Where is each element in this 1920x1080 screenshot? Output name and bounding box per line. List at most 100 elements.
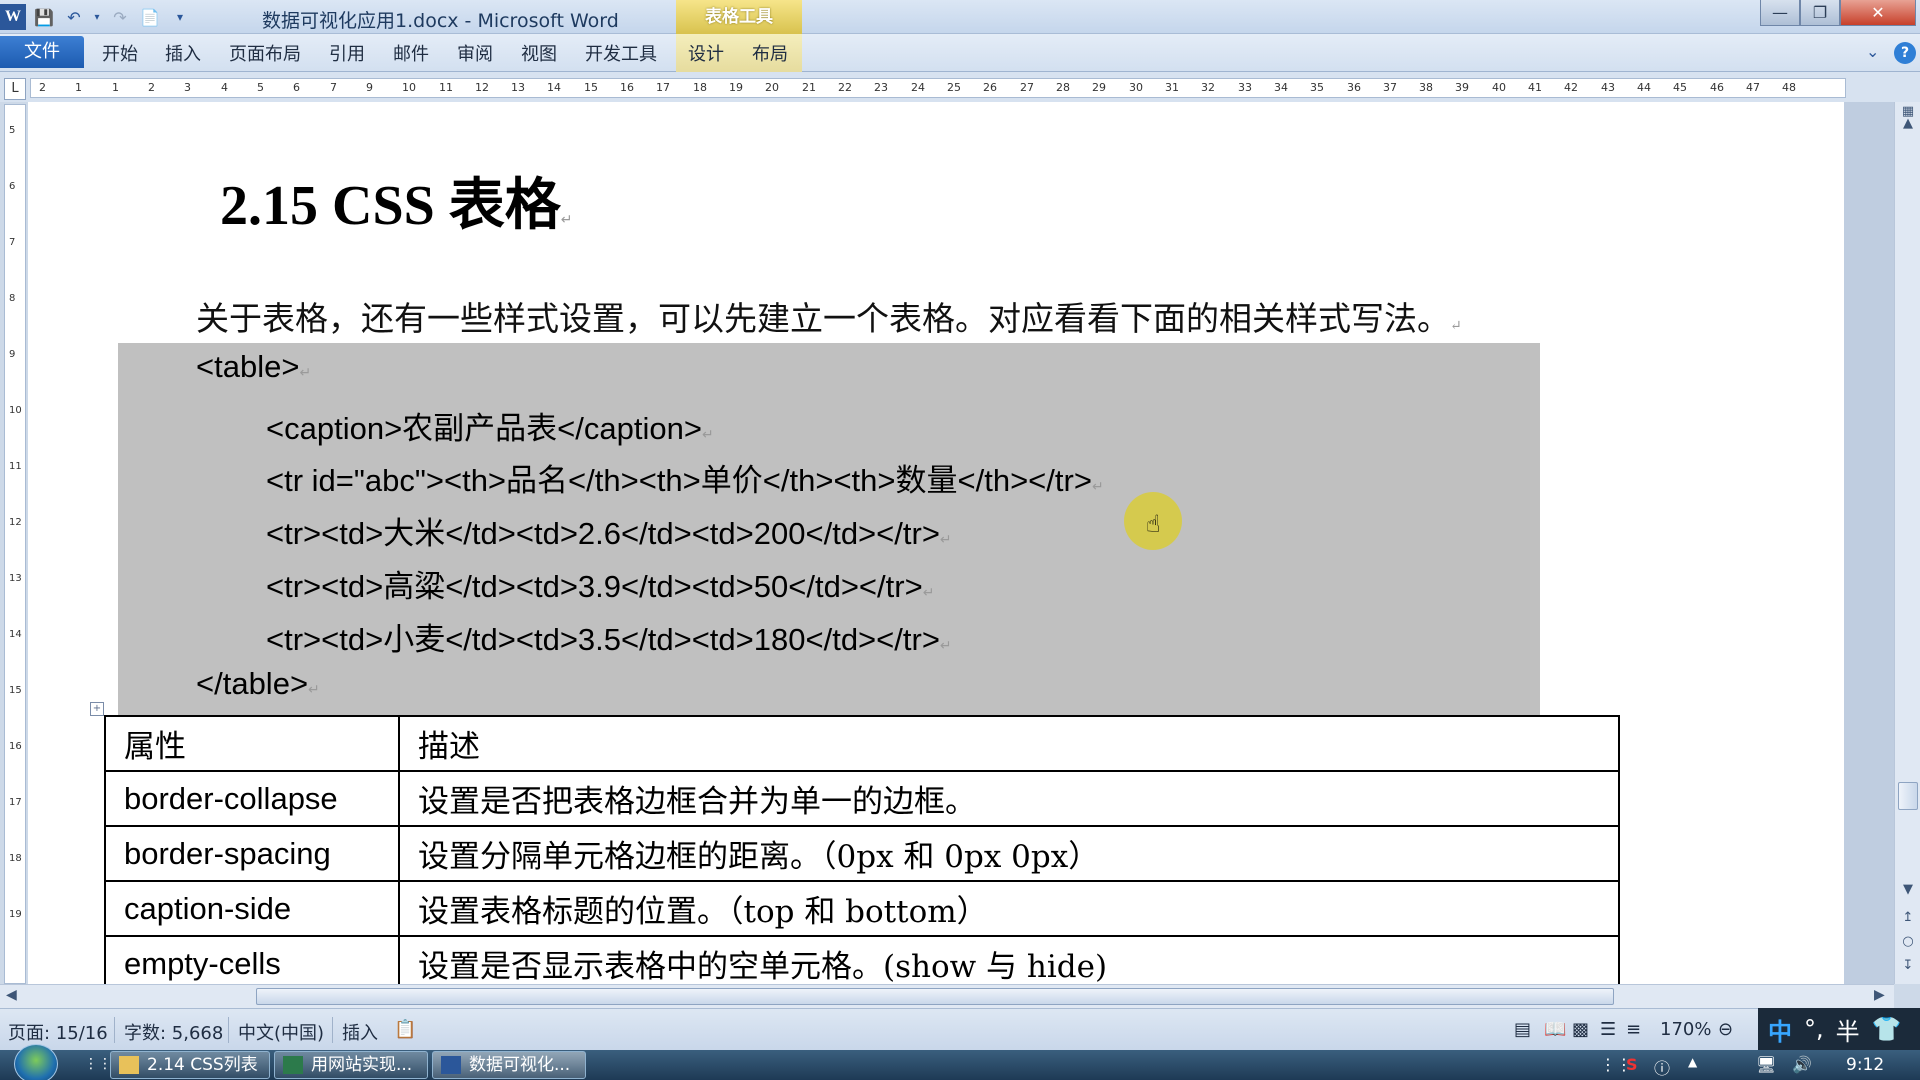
ruler-number: 11 [9,461,22,472]
undo-dropdown-icon[interactable]: ▾ [92,5,102,29]
language-indicator[interactable]: 中文(中国) [238,1019,324,1045]
table-cell-property[interactable]: empty-cells [104,935,400,984]
ruler-number: 36 [1347,81,1361,94]
ruler-number: 29 [1092,81,1106,94]
vertical-scroll-thumb[interactable] [1898,782,1918,810]
ruler-number: 33 [1238,81,1252,94]
document-page[interactable]: 2.15 CSS 表格↵ 关于表格，还有一些样式设置，可以先建立一个表格。对应看… [28,102,1844,984]
horizontal-ruler[interactable]: 2 1 1 2 3 4 5 6 7 9 10 11 12 13 14 15 16 17 18 19 20 21 22 23 24… [30,78,1846,98]
ruler-number: 25 [947,81,961,94]
table-cell-description[interactable]: 描述 [398,715,1620,772]
ime-width[interactable]: 半 [1836,1012,1860,1047]
zoom-out-icon[interactable]: ⊖ [1718,1019,1733,1040]
table-cell-property[interactable]: border-spacing [104,825,400,882]
code-line-text: <tr id="abc"><th>品名</th><th>单价</th><th>数… [266,463,1092,498]
clock[interactable]: 9:12 [1846,1055,1884,1075]
macro-record-icon[interactable]: 📋 [394,1019,416,1040]
outline-view-icon[interactable]: ☰ [1600,1019,1616,1040]
help-icon[interactable]: ? [1894,42,1916,64]
ruler-number: 18 [9,853,22,864]
horizontal-scroll-thumb[interactable] [256,988,1614,1005]
ime-skin-icon[interactable]: 👕 [1872,1015,1902,1043]
taskbar-item-word[interactable]: 数据可视化... [432,1051,586,1079]
status-bar: 页面: 15/16 字数: 5,668 中文(中国) 插入 📋 ▤ 📖 ▩ ☰ … [0,1008,1920,1050]
word-logo-icon[interactable]: W [0,4,26,30]
scroll-up-icon[interactable]: ▲ [1899,116,1917,131]
select-browse-object-icon[interactable]: ○ [1899,934,1917,949]
table-cell-description[interactable]: 设置表格标题的位置。（top 和 bottom） [398,880,1620,937]
ruler-number: 18 [693,81,707,94]
tab-view[interactable]: 视图 [521,40,557,66]
taskbar-item-app[interactable]: 用网站实现... [274,1051,428,1079]
ruler-number: 4 [221,81,228,94]
sogou-ime-icon[interactable]: S [1626,1055,1638,1074]
tab-mailings[interactable]: 邮件 [393,40,429,66]
tray-help-icon[interactable]: ⓘ [1654,1055,1670,1079]
tab-design[interactable]: 设计 [688,40,724,66]
minimize-button[interactable]: — [1760,0,1800,26]
code-line-text: </table> [196,666,309,701]
table-cell-property[interactable]: border-collapse [104,770,400,827]
ruler-number: 48 [1782,81,1796,94]
web-layout-view-icon[interactable]: ▩ [1572,1019,1589,1040]
ruler-number: 22 [838,81,852,94]
volume-icon[interactable]: 🔊 [1792,1055,1812,1074]
code-line-text: <tr><td>小麦</td><td>3.5</td><td>180</td><… [266,622,940,657]
horizontal-scrollbar[interactable]: ◀ ▶ [0,984,1894,1008]
table-cell-description[interactable]: 设置分隔单元格边框的距离。（0px 和 0px 0px） [398,825,1620,882]
tab-file[interactable]: 文件 [0,36,84,68]
vertical-scrollbar[interactable]: ▦ ▲ ▼ ↥ ○ ↧ [1894,102,1920,984]
quick-access-toolbar: W 💾 ↶ ▾ ↷ 📄 ▾ [0,4,192,30]
draft-view-icon[interactable]: ≡ [1626,1019,1641,1040]
tab-page-layout[interactable]: 页面布局 [229,40,301,66]
insert-mode-indicator[interactable]: 插入 [342,1019,378,1045]
redo-icon[interactable]: ↷ [108,5,132,29]
scroll-left-icon[interactable]: ◀ [6,987,17,1003]
ime-language[interactable]: 中 [1768,1012,1792,1047]
code-line-text: <caption>农副产品表</caption> [266,411,702,446]
word-count[interactable]: 字数: 5,668 [124,1019,223,1045]
page-count[interactable]: 页面: 15/16 [8,1019,108,1045]
table-cell-description[interactable]: 设置是否把表格边框合并为单一的边框。 [398,770,1620,827]
show-hidden-icons-icon[interactable]: ▲ [1688,1055,1697,1069]
ruler-number: 5 [257,81,264,94]
previous-page-icon[interactable]: ↥ [1899,910,1917,925]
ruler-number: 42 [1564,81,1578,94]
new-document-icon[interactable]: 📄 [138,5,162,29]
taskbar-grip-icon: ⋮⋮ [84,1056,112,1072]
tab-home[interactable]: 开始 [102,40,138,66]
hand-cursor-icon: ☝ [1146,510,1161,538]
start-button[interactable] [14,1044,58,1080]
zoom-level[interactable]: 170% [1660,1019,1711,1040]
ruler-number: 43 [1601,81,1615,94]
next-page-icon[interactable]: ↧ [1899,958,1917,973]
tab-selector[interactable]: L [4,78,26,100]
taskbar-item-folder[interactable]: 2.14 CSS列表 [110,1051,270,1079]
network-icon[interactable]: 🖥 [1756,1055,1776,1074]
scroll-down-icon[interactable]: ▼ [1899,882,1917,897]
tab-insert[interactable]: 插入 [165,40,201,66]
table-move-handle-icon[interactable]: + [90,702,104,716]
restore-button[interactable]: ❐ [1800,0,1840,26]
table-cell-property[interactable]: 属性 [104,715,400,772]
undo-icon[interactable]: ↶ [62,5,86,29]
reading-view-icon[interactable]: 📖 [1544,1019,1566,1040]
vertical-ruler[interactable]: 5 6 7 8 9 10 11 12 13 14 15 16 17 18 19 [4,104,26,984]
save-icon[interactable]: 💾 [32,5,56,29]
close-button[interactable]: ✕ [1840,0,1916,26]
paragraph-mark-icon: ↵ [939,531,952,547]
customize-qat-icon[interactable]: ▾ [168,5,192,29]
print-layout-view-icon[interactable]: ▤ [1514,1019,1531,1040]
code-line: <caption>农副产品表</caption>↵ [266,403,714,448]
ime-punctuation[interactable]: °, [1804,1015,1824,1043]
tab-references[interactable]: 引用 [329,40,365,66]
tab-developer[interactable]: 开发工具 [585,40,657,66]
scroll-right-icon[interactable]: ▶ [1874,987,1885,1003]
table-cell-property[interactable]: caption-side [104,880,400,937]
ruler-number: 23 [874,81,888,94]
paragraph-mark-icon: ↵ [1091,478,1104,494]
table-cell-description[interactable]: 设置是否显示表格中的空单元格。(show 与 hide) [398,935,1620,984]
tab-review[interactable]: 审阅 [457,40,493,66]
tab-layout[interactable]: 布局 [752,40,788,66]
minimize-ribbon-icon[interactable]: ⌄ [1866,42,1879,61]
